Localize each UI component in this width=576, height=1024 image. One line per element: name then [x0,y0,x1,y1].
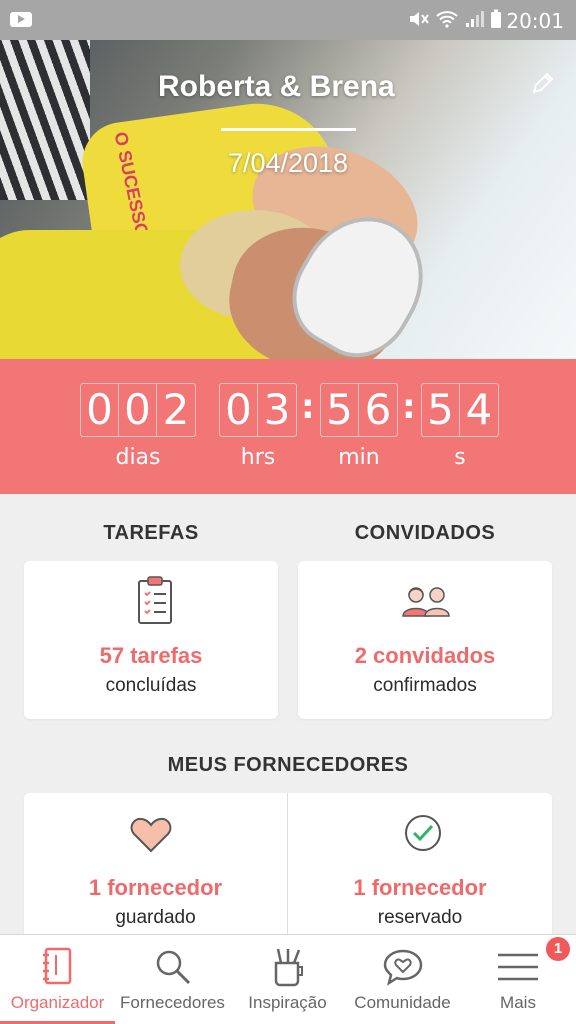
guests-count: 2 convidados [354,643,496,668]
nav-comunidade[interactable]: Comunidade [345,935,460,1024]
title-divider [221,128,356,131]
nav-organizador[interactable]: Organizador [0,935,115,1024]
nav-inspiracao[interactable]: Inspiração [230,935,345,1024]
heart-icon [130,817,172,853]
colon: : [301,387,315,427]
pencil-cup-icon [274,948,303,987]
guests-heading: CONVIDADOS [354,522,496,544]
saved-vendors-caption: guardado [115,907,196,928]
booked-vendors-caption: reservado [377,907,463,928]
hours-label: hrs [240,445,276,470]
wifi-icon [436,11,458,28]
tasks-count: 57 tarefas [99,643,203,668]
status-bar: 20:01 [0,0,576,40]
nav-label: Inspiração [248,993,327,1012]
digit: 5 [422,384,460,436]
tasks-card[interactable]: 57 tarefas concluídas [24,561,278,719]
notification-badge: 1 [546,937,570,961]
days-label: dias [115,445,161,470]
clipboard-checklist-icon [138,576,172,624]
edit-pencil-icon[interactable] [530,70,556,96]
countdown-hours: 0 3 [219,383,297,437]
vendors-heading: MEUS FORNECEDORES [167,754,409,776]
signal-icon [466,11,484,27]
menu-icon [498,953,538,981]
search-icon [156,950,190,985]
digit: 4 [465,385,493,434]
clock: 20:01 [506,9,564,33]
digit: 0 [81,384,119,436]
youtube-notification-icon [10,12,32,27]
vendors-card: 1 fornecedor guardado 1 fornecedor reser… [24,793,552,938]
chat-heart-icon [383,949,422,986]
countdown-days: 0 0 2 [80,383,196,437]
guests-couple-icon [402,587,450,617]
guests-card[interactable]: 2 convidados confirmados [298,561,552,719]
tasks-heading: TAREFAS [103,522,199,544]
digit: 3 [263,385,291,434]
digit: 0 [220,384,258,436]
tasks-caption: concluídas [105,675,197,696]
minutes-label: min [338,445,380,470]
saved-vendors[interactable]: 1 fornecedor guardado [24,793,287,938]
countdown-seconds: 5 4 [421,383,499,437]
couple-photo-header: O SUCESSO Roberta & Brena 7/04/2018 [0,40,576,359]
digit: 0 [119,384,157,436]
booked-vendors[interactable]: 1 fornecedor reservado [288,793,552,938]
digit: 6 [364,385,392,434]
nav-mais[interactable]: 1 Mais [460,935,576,1024]
bottom-navigation: Organizador Fornecedores Inspiração Comu… [0,934,576,1024]
nav-label: Fornecedores [120,993,225,1012]
couple-names: Roberta & Brena [158,70,395,103]
countdown-banner: 0 0 2 0 3 : 5 6 : 5 4 dias hrs min s [0,359,576,494]
guests-caption: confirmados [373,675,477,696]
digit: 2 [162,385,190,434]
digit: 5 [321,384,359,436]
mute-icon [410,12,429,26]
nav-fornecedores[interactable]: Fornecedores [115,935,230,1024]
checkmark-circle-icon [405,815,441,851]
seconds-label: s [454,445,466,470]
battery-icon [491,9,501,28]
nav-label: Mais [500,993,536,1012]
nav-label: Organizador [10,993,105,1012]
notebook-icon [42,947,71,985]
booked-vendors-count: 1 fornecedor [353,875,487,900]
saved-vendors-count: 1 fornecedor [88,875,223,900]
status-icons [408,9,502,29]
wedding-date: 7/04/2018 [227,148,349,178]
colon: : [402,387,416,427]
nav-label: Comunidade [354,993,451,1012]
countdown-minutes: 5 6 [320,383,398,437]
